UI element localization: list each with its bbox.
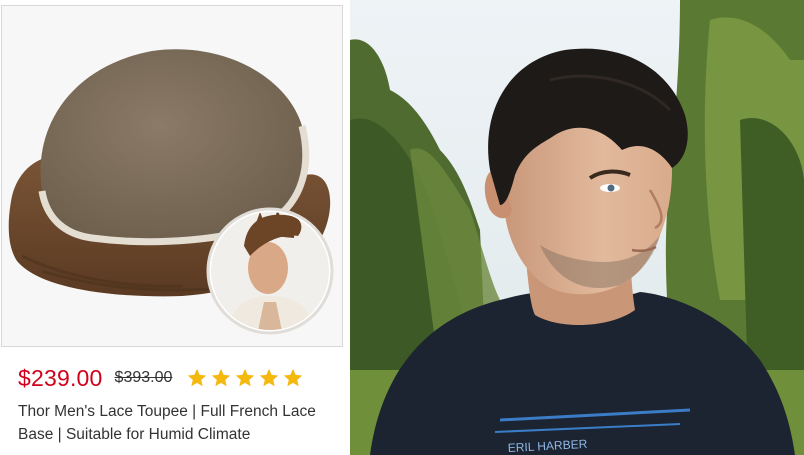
star-icon: [236, 368, 255, 387]
product-image[interactable]: [1, 5, 343, 347]
rating-stars: [186, 367, 306, 389]
toupee-illustration: [2, 6, 342, 346]
man-wearing-hairpiece-photo: ERIL HARBER: [350, 0, 804, 455]
product-card: $239.00 $393.00 Thor Men's Lace Toupee |…: [0, 0, 350, 455]
star-icon: [188, 368, 207, 387]
current-price: $239.00: [18, 364, 103, 391]
original-price: $393.00: [114, 369, 173, 386]
model-photo: ERIL HARBER: [350, 0, 804, 455]
price-row: $239.00 $393.00: [18, 364, 306, 392]
star-icon: [284, 368, 303, 387]
star-icon: [260, 368, 279, 387]
star-icon: [212, 368, 231, 387]
product-title[interactable]: Thor Men's Lace Toupee | Full French Lac…: [18, 400, 348, 446]
